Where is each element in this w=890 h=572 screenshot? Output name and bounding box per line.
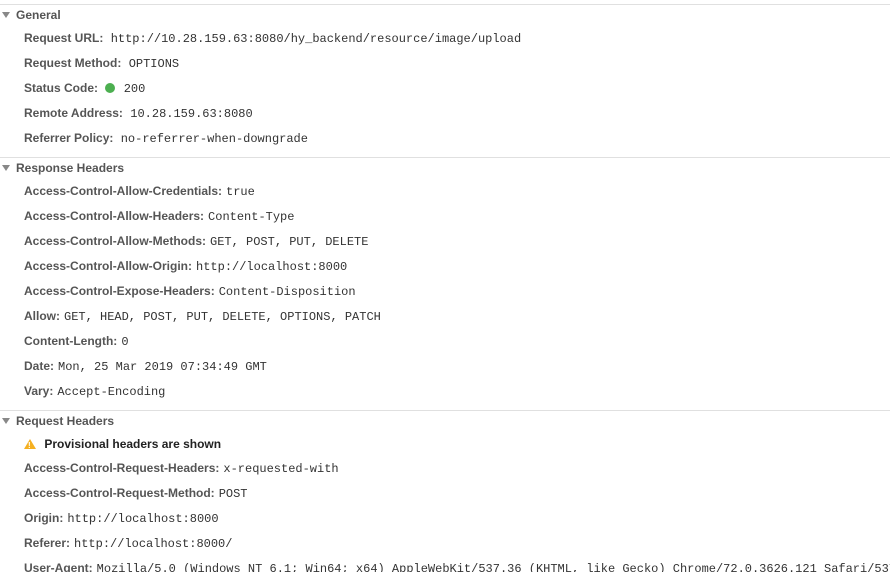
header-value: OPTIONS (129, 57, 179, 71)
header-value: true (226, 185, 255, 199)
header-row: Request URL: http://10.28.159.63:8080/hy… (0, 26, 890, 51)
header-label: Access-Control-Request-Method: (24, 486, 215, 500)
header-label: Remote Address: (24, 106, 123, 120)
header-label: Origin: (24, 511, 63, 525)
chevron-down-icon (2, 418, 10, 424)
status-dot-icon (105, 83, 115, 93)
header-label: Access-Control-Expose-Headers: (24, 284, 215, 298)
header-row: Referer: http://localhost:8000/ (0, 531, 890, 556)
warning-text: Provisional headers are shown (44, 437, 221, 451)
header-label: Content-Length: (24, 334, 117, 348)
header-value: POST (219, 487, 248, 501)
chevron-down-icon (2, 12, 10, 18)
header-value: 0 (121, 335, 128, 349)
header-row: Date: Mon, 25 Mar 2019 07:34:49 GMT (0, 354, 890, 379)
header-value: http://localhost:8000 (67, 512, 218, 526)
header-label: Vary: (24, 384, 53, 398)
header-value: GET, POST, PUT, DELETE (210, 235, 368, 249)
header-value: Accept-Encoding (57, 385, 165, 399)
warning-icon (24, 439, 36, 449)
header-label: Date: (24, 359, 54, 373)
header-row: Access-Control-Allow-Credentials: true (0, 179, 890, 204)
header-row: Access-Control-Allow-Origin: http://local… (0, 254, 890, 279)
header-row: Status Code: 200 (0, 76, 890, 101)
header-label: Access-Control-Request-Headers: (24, 461, 219, 475)
header-row: Access-Control-Request-Method: POST (0, 481, 890, 506)
provisional-warning: Provisional headers are shown (0, 432, 890, 456)
section-header-request[interactable]: Request Headers (0, 411, 890, 432)
chevron-down-icon (2, 165, 10, 171)
header-value: x-requested-with (223, 462, 338, 476)
header-value: Mozilla/5.0 (Windows NT 6.1; Win64; x64)… (97, 562, 890, 572)
header-row: Access-Control-Expose-Headers: Content-Di… (0, 279, 890, 304)
section-title: General (16, 8, 61, 22)
header-label: User-Agent: (24, 561, 93, 572)
header-value: Content-Disposition (219, 285, 356, 299)
header-row: User-Agent: Mozilla/5.0 (Windows NT 6.1; … (0, 556, 890, 572)
header-label: Access-Control-Allow-Credentials: (24, 184, 222, 198)
header-label: Allow: (24, 309, 60, 323)
header-value: no-referrer-when-downgrade (121, 132, 308, 146)
header-row: Request Method: OPTIONS (0, 51, 890, 76)
header-row: Access-Control-Request-Headers: x-request… (0, 456, 890, 481)
header-row: Vary: Accept-Encoding (0, 379, 890, 404)
header-label: Status Code: (24, 81, 98, 95)
header-value: 200 (124, 82, 146, 96)
header-label: Request Method: (24, 56, 121, 70)
section-header-general[interactable]: General (0, 5, 890, 26)
header-label: Request URL: (24, 31, 103, 45)
section-title: Request Headers (16, 414, 114, 428)
header-value: Content-Type (208, 210, 294, 224)
header-value: 10.28.159.63:8080 (130, 107, 252, 121)
header-label: Referer: (24, 536, 70, 550)
header-value: Mon, 25 Mar 2019 07:34:49 GMT (58, 360, 267, 374)
header-label: Access-Control-Allow-Methods: (24, 234, 206, 248)
header-value: http://10.28.159.63:8080/hy_backend/reso… (111, 32, 521, 46)
section-header-response[interactable]: Response Headers (0, 158, 890, 179)
header-row: Allow: GET, HEAD, POST, PUT, DELETE, OPTI… (0, 304, 890, 329)
header-row: Referrer Policy: no-referrer-when-downgr… (0, 126, 890, 151)
header-row: Origin: http://localhost:8000 (0, 506, 890, 531)
header-value: http://localhost:8000/ (74, 537, 232, 551)
header-value: http://localhost:8000 (196, 260, 347, 274)
header-label: Access-Control-Allow-Headers: (24, 209, 204, 223)
header-row: Access-Control-Allow-Methods: GET, POST, … (0, 229, 890, 254)
header-label: Referrer Policy: (24, 131, 113, 145)
section-response-headers: Response Headers Access-Control-Allow-Cr… (0, 157, 890, 410)
header-row: Access-Control-Allow-Headers: Content-Typ… (0, 204, 890, 229)
section-request-headers: Request Headers Provisional headers are … (0, 410, 890, 572)
section-title: Response Headers (16, 161, 124, 175)
section-general: General Request URL: http://10.28.159.63… (0, 4, 890, 157)
header-row: Remote Address: 10.28.159.63:8080 (0, 101, 890, 126)
header-row: Content-Length: 0 (0, 329, 890, 354)
header-value: GET, HEAD, POST, PUT, DELETE, OPTIONS, P… (64, 310, 381, 324)
header-label: Access-Control-Allow-Origin: (24, 259, 192, 273)
